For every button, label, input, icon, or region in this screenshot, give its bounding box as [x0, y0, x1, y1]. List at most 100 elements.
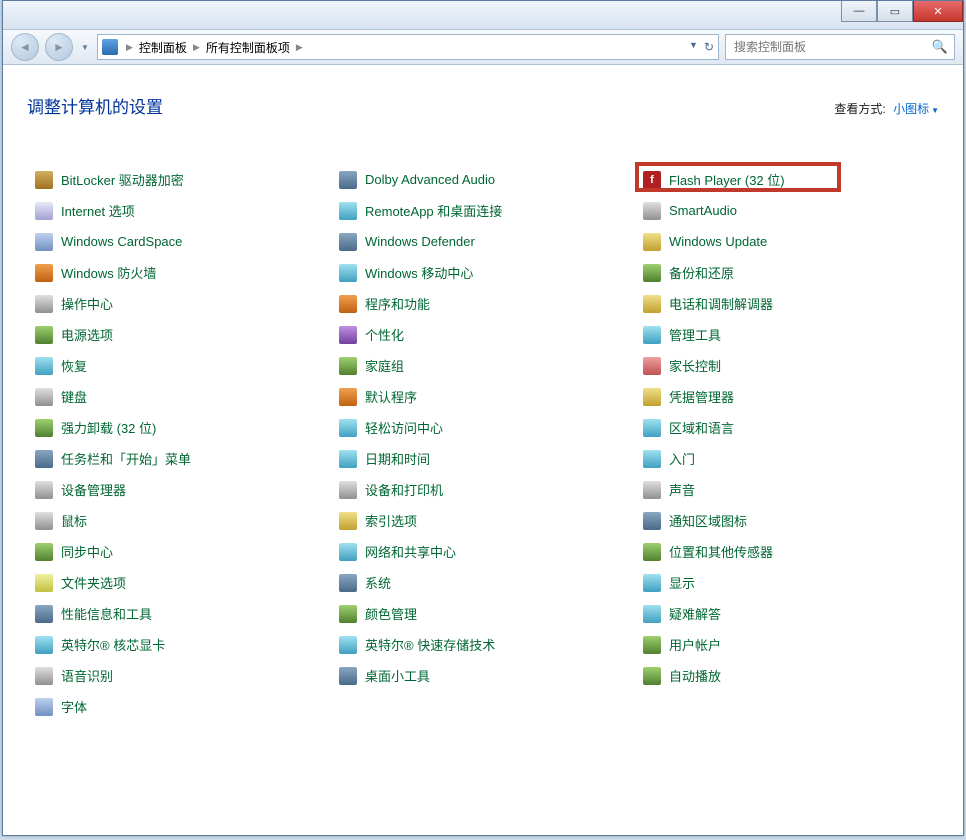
- control-panel-item[interactable]: Windows 移动中心: [331, 257, 635, 288]
- control-panel-item[interactable]: Windows 防火墙: [27, 257, 331, 288]
- control-panel-item-link[interactable]: 文件夹选项: [61, 573, 126, 592]
- control-panel-item[interactable]: 鼠标: [27, 505, 331, 536]
- nav-history-dropdown[interactable]: ▼: [79, 34, 91, 60]
- control-panel-item-link[interactable]: 管理工具: [669, 325, 721, 344]
- control-panel-item[interactable]: 默认程序: [331, 381, 635, 412]
- control-panel-item-link[interactable]: 日期和时间: [365, 449, 430, 468]
- control-panel-item[interactable]: 入门: [635, 443, 939, 474]
- control-panel-item-link[interactable]: 操作中心: [61, 294, 113, 313]
- minimize-button[interactable]: —: [841, 1, 877, 22]
- control-panel-item[interactable]: 电话和调制解调器: [635, 288, 939, 319]
- control-panel-item[interactable]: Windows CardSpace: [27, 226, 331, 257]
- control-panel-item[interactable]: Internet 选项: [27, 195, 331, 226]
- control-panel-item-link[interactable]: 声音: [669, 480, 695, 499]
- control-panel-item[interactable]: Windows Update: [635, 226, 939, 257]
- control-panel-item-link[interactable]: 入门: [669, 449, 695, 468]
- control-panel-item-link[interactable]: 用户帐户: [669, 635, 721, 654]
- control-panel-item-link[interactable]: 性能信息和工具: [61, 604, 152, 623]
- control-panel-item[interactable]: 操作中心: [27, 288, 331, 319]
- control-panel-item[interactable]: 区域和语言: [635, 412, 939, 443]
- control-panel-item[interactable]: 用户帐户: [635, 629, 939, 660]
- dropdown-icon[interactable]: ▼: [689, 40, 698, 54]
- chevron-right-icon[interactable]: ▶: [292, 42, 307, 53]
- forward-button[interactable]: ►: [45, 33, 73, 61]
- control-panel-item[interactable]: 显示: [635, 567, 939, 598]
- control-panel-item-link[interactable]: 恢复: [61, 356, 87, 375]
- control-panel-item[interactable]: 设备和打印机: [331, 474, 635, 505]
- control-panel-item[interactable]: 自动播放: [635, 660, 939, 691]
- control-panel-item-link[interactable]: 键盘: [61, 387, 87, 406]
- control-panel-item-link[interactable]: 程序和功能: [365, 294, 430, 313]
- control-panel-item-link[interactable]: 桌面小工具: [365, 666, 430, 685]
- chevron-down-icon[interactable]: ▼: [931, 106, 939, 115]
- control-panel-item[interactable]: 家庭组: [331, 350, 635, 381]
- control-panel-item-link[interactable]: 电源选项: [61, 325, 113, 344]
- chevron-right-icon[interactable]: ▶: [189, 42, 204, 53]
- control-panel-item[interactable]: 系统: [331, 567, 635, 598]
- control-panel-item-link[interactable]: 家长控制: [669, 356, 721, 375]
- control-panel-item[interactable]: 网络和共享中心: [331, 536, 635, 567]
- control-panel-item-link[interactable]: 颜色管理: [365, 604, 417, 623]
- close-button[interactable]: ✕: [913, 1, 963, 22]
- control-panel-item-link[interactable]: Windows 移动中心: [365, 263, 473, 282]
- control-panel-item[interactable]: 位置和其他传感器: [635, 536, 939, 567]
- control-panel-item-link[interactable]: 系统: [365, 573, 391, 592]
- address-bar[interactable]: ▶ 控制面板 ▶ 所有控制面板项 ▶ ▼ ↻: [97, 34, 719, 60]
- control-panel-item[interactable]: 文件夹选项: [27, 567, 331, 598]
- control-panel-item[interactable]: 日期和时间: [331, 443, 635, 474]
- view-by-value[interactable]: 小图标: [893, 102, 929, 116]
- control-panel-item-link[interactable]: 字体: [61, 697, 87, 716]
- control-panel-item-link[interactable]: Windows CardSpace: [61, 234, 182, 249]
- control-panel-item-link[interactable]: Internet 选项: [61, 201, 135, 220]
- search-box[interactable]: 🔍: [725, 34, 955, 60]
- control-panel-item[interactable]: 任务栏和「开始」菜单: [27, 443, 331, 474]
- control-panel-item-link[interactable]: Dolby Advanced Audio: [365, 172, 495, 187]
- control-panel-item-link[interactable]: 区域和语言: [669, 418, 734, 437]
- maximize-button[interactable]: ▭: [877, 1, 913, 22]
- control-panel-item[interactable]: 索引选项: [331, 505, 635, 536]
- control-panel-item[interactable]: 英特尔® 核芯显卡: [27, 629, 331, 660]
- control-panel-item[interactable]: 疑难解答: [635, 598, 939, 629]
- control-panel-item-link[interactable]: 网络和共享中心: [365, 542, 456, 561]
- control-panel-item-link[interactable]: 英特尔® 快速存储技术: [365, 635, 495, 654]
- control-panel-item-link[interactable]: 家庭组: [365, 356, 404, 375]
- control-panel-item-link[interactable]: 语音识别: [61, 666, 113, 685]
- control-panel-item[interactable]: SmartAudio: [635, 195, 939, 226]
- control-panel-item[interactable]: 恢复: [27, 350, 331, 381]
- control-panel-item[interactable]: 语音识别: [27, 660, 331, 691]
- refresh-icon[interactable]: ↻: [704, 40, 714, 54]
- control-panel-item-link[interactable]: 疑难解答: [669, 604, 721, 623]
- control-panel-item-link[interactable]: Windows Defender: [365, 234, 475, 249]
- control-panel-item-link[interactable]: 鼠标: [61, 511, 87, 530]
- chevron-right-icon[interactable]: ▶: [122, 42, 137, 53]
- control-panel-item[interactable]: 颜色管理: [331, 598, 635, 629]
- control-panel-item[interactable]: 通知区域图标: [635, 505, 939, 536]
- back-button[interactable]: ◄: [11, 33, 39, 61]
- control-panel-item[interactable]: 键盘: [27, 381, 331, 412]
- control-panel-item-link[interactable]: 凭据管理器: [669, 387, 734, 406]
- control-panel-item-link[interactable]: RemoteApp 和桌面连接: [365, 201, 502, 220]
- titlebar[interactable]: — ▭ ✕: [3, 1, 963, 30]
- control-panel-item[interactable]: 轻松访问中心: [331, 412, 635, 443]
- control-panel-item-link[interactable]: 强力卸载 (32 位): [61, 418, 156, 437]
- control-panel-item-link[interactable]: SmartAudio: [669, 203, 737, 218]
- control-panel-item[interactable]: 个性化: [331, 319, 635, 350]
- control-panel-item-link[interactable]: 轻松访问中心: [365, 418, 443, 437]
- control-panel-item[interactable]: 强力卸载 (32 位): [27, 412, 331, 443]
- control-panel-item[interactable]: RemoteApp 和桌面连接: [331, 195, 635, 226]
- control-panel-item[interactable]: fFlash Player (32 位): [635, 164, 939, 195]
- control-panel-item-link[interactable]: 电话和调制解调器: [669, 294, 773, 313]
- control-panel-item[interactable]: Dolby Advanced Audio: [331, 164, 635, 195]
- control-panel-item-link[interactable]: 默认程序: [365, 387, 417, 406]
- control-panel-item-link[interactable]: 通知区域图标: [669, 511, 747, 530]
- control-panel-item-link[interactable]: Windows Update: [669, 234, 767, 249]
- control-panel-item-link[interactable]: 同步中心: [61, 542, 113, 561]
- control-panel-item-link[interactable]: Flash Player (32 位): [669, 170, 785, 189]
- control-panel-item[interactable]: 桌面小工具: [331, 660, 635, 691]
- control-panel-item-link[interactable]: 英特尔® 核芯显卡: [61, 635, 165, 654]
- control-panel-item[interactable]: 同步中心: [27, 536, 331, 567]
- search-icon[interactable]: 🔍: [932, 39, 948, 55]
- control-panel-item[interactable]: 管理工具: [635, 319, 939, 350]
- breadcrumb-seg-1[interactable]: 控制面板: [139, 39, 187, 56]
- control-panel-item[interactable]: 备份和还原: [635, 257, 939, 288]
